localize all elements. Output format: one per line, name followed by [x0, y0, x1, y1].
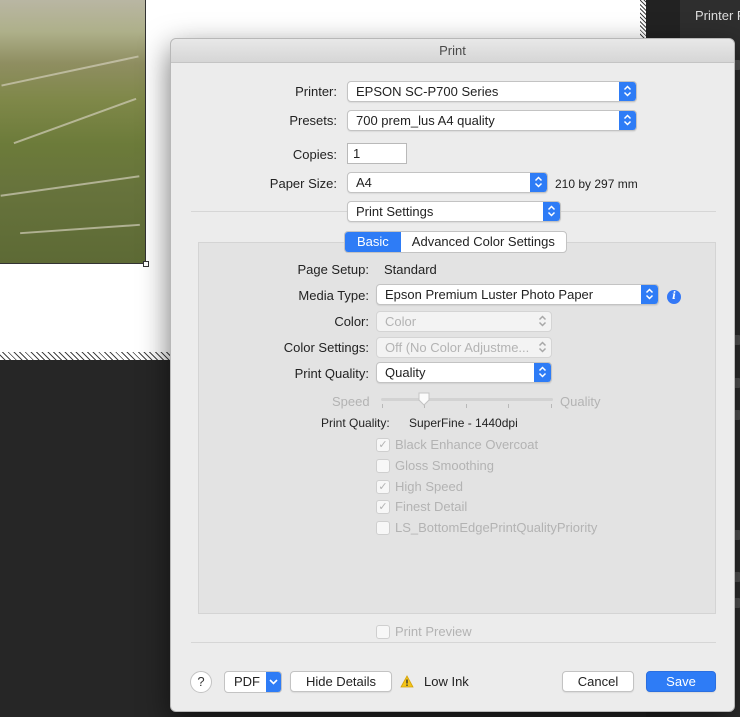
help-button[interactable]: ? — [190, 671, 212, 693]
pdf-menu-button[interactable]: PDF — [224, 671, 282, 693]
option-label: LS_BottomEdgePrintQualityPriority — [395, 520, 598, 535]
copies-field[interactable]: 1 — [347, 143, 407, 164]
checkbox-checked-icon: ✓ — [376, 500, 390, 514]
print-dialog: Print Printer: EPSON SC-P700 Series Pres… — [170, 38, 735, 712]
tab-advanced-color-settings[interactable]: Advanced Color Settings — [401, 232, 566, 252]
presets-value: 700 prem_lus A4 quality — [356, 113, 495, 128]
photo-detail — [20, 223, 140, 235]
slider-tick — [551, 404, 552, 408]
chevron-down-icon — [266, 672, 281, 692]
checkbox-checked-icon: ✓ — [376, 480, 390, 494]
color-value: Color — [385, 314, 417, 329]
page-setup-value: Standard — [384, 262, 437, 277]
color-settings-popup[interactable]: Off (No Color Adjustme... — [376, 337, 552, 358]
pdf-label: PDF — [234, 674, 260, 689]
checkbox-checked-icon: ✓ — [376, 438, 390, 452]
checkbox-unchecked-icon — [376, 625, 390, 639]
section-value: Print Settings — [356, 204, 434, 219]
print-quality-info-value: SuperFine - 1440dpi — [409, 416, 518, 430]
photo-detail — [1, 55, 139, 87]
copies-label: Copies: — [292, 147, 337, 162]
slider-max-label: Quality — [560, 394, 601, 409]
warning-icon — [400, 675, 414, 688]
landscape-photo[interactable] — [0, 0, 146, 264]
tab-basic[interactable]: Basic — [345, 232, 401, 252]
presets-label: Presets: — [289, 113, 337, 128]
section-popup[interactable]: Print Settings — [347, 201, 561, 222]
option-label: Black Enhance Overcoat — [395, 437, 539, 452]
photo-detail — [13, 97, 137, 145]
color-label: Color: — [334, 314, 369, 329]
color-popup[interactable]: Color — [376, 311, 552, 332]
print-quality-value: Quality — [385, 365, 426, 380]
print-quality-info-label: Print Quality: — [321, 416, 390, 430]
hide-details-button[interactable]: Hide Details — [290, 671, 392, 692]
media-type-popup[interactable]: Epson Premium Luster Photo Paper — [376, 284, 659, 305]
chevron-updown-icon — [619, 82, 636, 101]
save-button[interactable]: Save — [646, 671, 716, 692]
printer-value: EPSON SC-P700 Series — [356, 84, 499, 99]
settings-tabs: Basic Advanced Color Settings — [344, 231, 567, 253]
divider — [191, 642, 716, 643]
slider-tick — [382, 404, 383, 408]
photo-detail — [0, 175, 140, 197]
color-settings-value: Off (No Color Adjustme... — [385, 340, 530, 355]
chevron-updown-icon — [543, 202, 560, 221]
media-type-value: Epson Premium Luster Photo Paper — [385, 287, 594, 302]
chevron-updown-icon — [534, 338, 551, 357]
chevron-updown-icon — [641, 285, 658, 304]
quality-slider-track[interactable] — [381, 398, 553, 401]
paper-size-popup[interactable]: A4 — [347, 172, 548, 193]
resize-handle[interactable] — [143, 261, 149, 267]
option-label: Gloss Smoothing — [395, 458, 494, 473]
paper-dimensions: 210 by 297 mm — [555, 177, 638, 191]
low-ink-label[interactable]: Low Ink — [424, 674, 469, 689]
print-preview-label: Print Preview — [395, 624, 472, 639]
chevron-updown-icon — [619, 111, 636, 130]
dialog-title: Print — [171, 39, 734, 63]
print-quality-label: Print Quality: — [294, 366, 369, 381]
slider-tick — [466, 404, 467, 408]
checkbox-unchecked-icon — [376, 521, 390, 535]
checkbox-unchecked-icon — [376, 459, 390, 473]
info-icon[interactable]: i — [667, 290, 681, 304]
paper-size-value: A4 — [356, 175, 372, 190]
chevron-updown-icon — [530, 173, 547, 192]
color-settings-label: Color Settings: — [283, 340, 369, 355]
background-panel-label: Printer P — [695, 8, 740, 23]
slider-min-label: Speed — [332, 394, 370, 409]
slider-tick — [508, 404, 509, 408]
cancel-button[interactable]: Cancel — [562, 671, 634, 692]
media-type-label: Media Type: — [298, 288, 369, 303]
printer-label: Printer: — [295, 84, 337, 99]
option-label: Finest Detail — [395, 499, 468, 514]
option-label: High Speed — [395, 479, 463, 494]
chevron-updown-icon — [534, 312, 551, 331]
presets-popup[interactable]: 700 prem_lus A4 quality — [347, 110, 637, 131]
chevron-updown-icon — [534, 363, 551, 382]
print-quality-popup[interactable]: Quality — [376, 362, 552, 383]
page-setup-label: Page Setup: — [297, 262, 369, 277]
printer-popup[interactable]: EPSON SC-P700 Series — [347, 81, 637, 102]
paper-size-label: Paper Size: — [269, 176, 337, 191]
quality-slider-knob[interactable] — [418, 392, 430, 406]
